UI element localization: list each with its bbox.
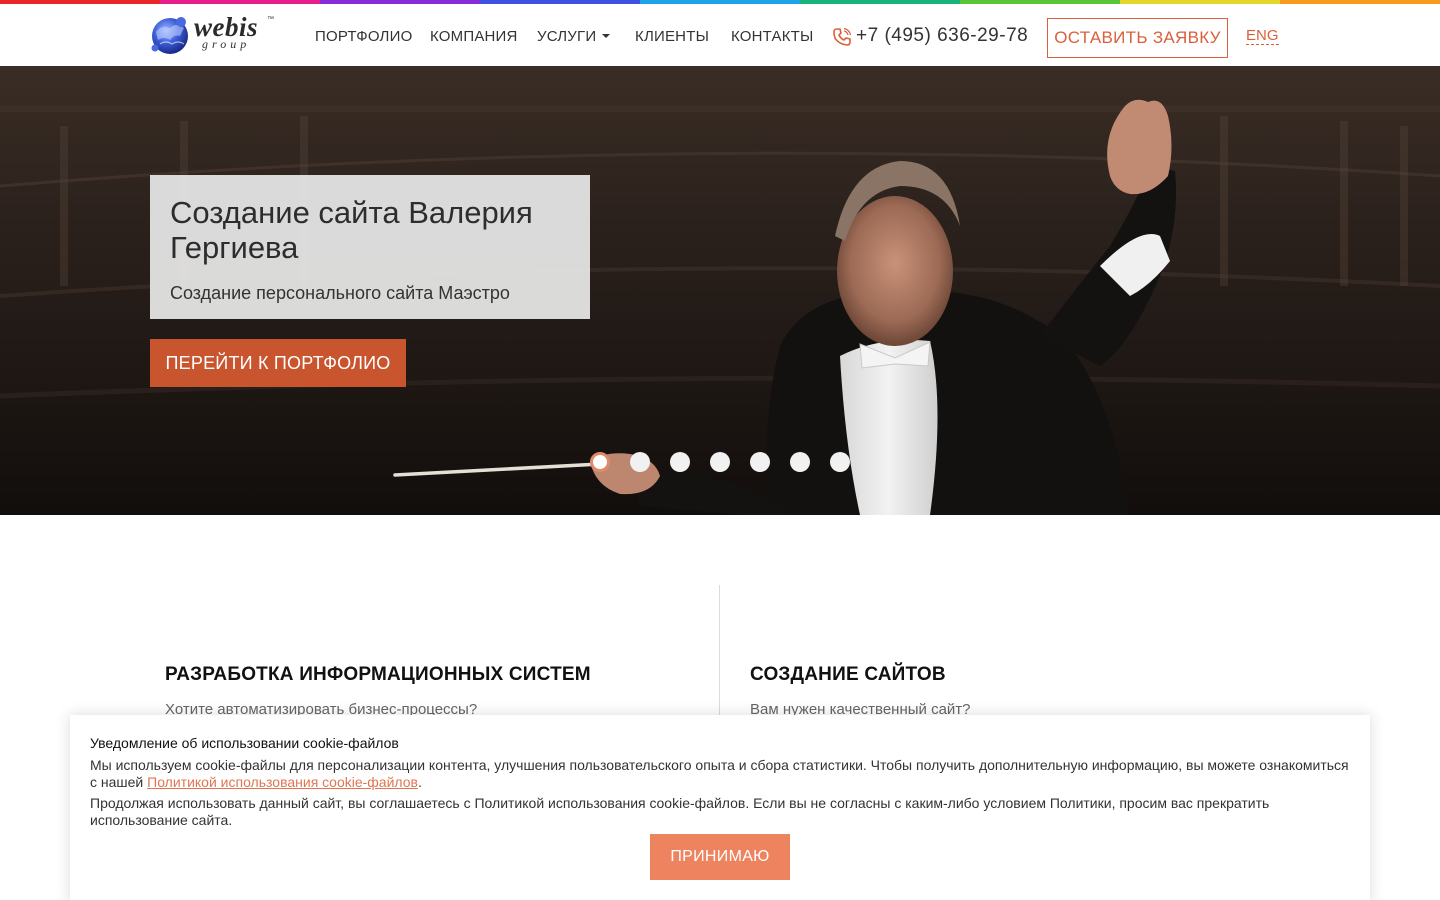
phone-icon	[833, 27, 852, 46]
logo-trademark: ™	[267, 16, 274, 23]
cookie-title: Уведомление об использовании cookie-файл…	[90, 735, 399, 751]
services-divider	[719, 585, 720, 725]
service-title-info-systems[interactable]: РАЗРАБОТКА ИНФОРМАЦИОННЫХ СИСТЕМ	[165, 664, 591, 686]
cookie-text-1-end: .	[417, 774, 422, 790]
go-to-portfolio-button[interactable]: ПЕРЕЙТИ К ПОРТФОЛИО	[150, 339, 406, 387]
cookie-paragraph-2: Продолжая использовать данный сайт, вы с…	[90, 795, 1270, 828]
nav-clients[interactable]: КЛИЕНТЫ	[635, 28, 709, 45]
service-title-websites[interactable]: СОЗДАНИЕ САЙТОВ	[750, 664, 946, 686]
slide-subtitle: Создание персонального сайта Маэстро	[170, 283, 510, 303]
webis-group-logo[interactable]: webis ™ group	[150, 12, 280, 56]
nav-company[interactable]: КОМПАНИЯ	[430, 28, 518, 45]
site-header: webis ™ group ПОРТФОЛИО КОМПАНИЯ УСЛУГИ …	[0, 4, 1440, 66]
nav-portfolio[interactable]: ПОРТФОЛИО	[315, 28, 412, 45]
slider-dot[interactable]	[630, 452, 650, 472]
accept-cookies-button[interactable]: ПРИНИМАЮ	[650, 834, 790, 880]
language-switch-eng[interactable]: ENG	[1246, 28, 1279, 45]
cookie-banner: Уведомление об использовании cookie-файл…	[70, 715, 1370, 900]
nav-contacts[interactable]: КОНТАКТЫ	[731, 28, 814, 45]
leave-request-button[interactable]: ОСТАВИТЬ ЗАЯВКУ	[1047, 18, 1228, 58]
puzzle-globe-icon	[151, 17, 188, 54]
slider-dot[interactable]	[710, 452, 730, 472]
slider-dot[interactable]	[590, 452, 610, 472]
slider-dot[interactable]	[790, 452, 810, 472]
logo-group: group	[202, 37, 251, 51]
nav-services[interactable]: УСЛУГИ	[537, 28, 611, 45]
cookie-paragraph-1: Мы используем cookie-файлы для персонали…	[90, 757, 1350, 791]
slide-caption: Создание сайта Валерия Гергиева Создание…	[150, 175, 590, 319]
slider-dot[interactable]	[670, 452, 690, 472]
cookie-policy-link[interactable]: Политикой использования cookie-файлов	[147, 774, 418, 790]
slide-title: Создание сайта Валерия Гергиева	[170, 195, 533, 265]
hero-slider: Создание сайта Валерия Гергиева Создание…	[0, 66, 1440, 515]
nav-services-label: УСЛУГИ	[537, 28, 597, 45]
slider-dot[interactable]	[830, 452, 850, 472]
slider-dot[interactable]	[750, 452, 770, 472]
phone-number[interactable]: +7 (495) 636-29-78	[856, 25, 1028, 47]
chevron-down-icon	[602, 34, 611, 39]
